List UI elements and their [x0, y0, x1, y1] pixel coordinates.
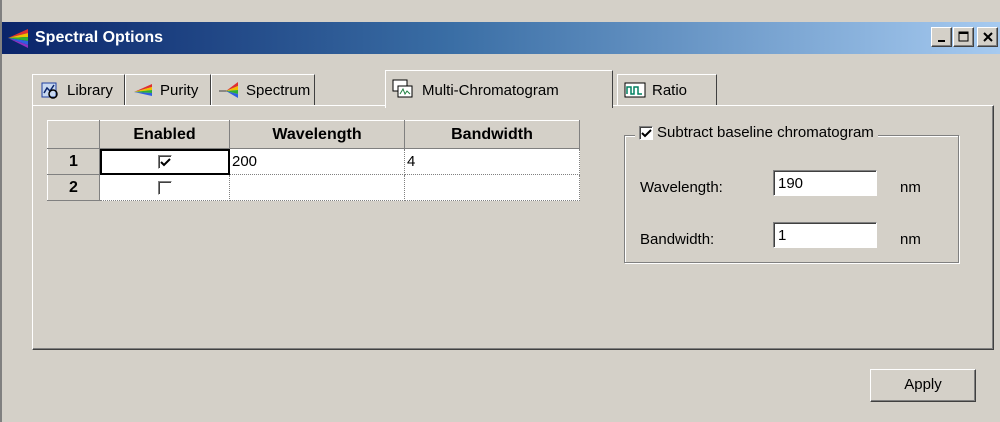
wavelength-cell[interactable]	[229, 174, 405, 201]
checkmark-icon	[641, 129, 652, 138]
close-button[interactable]	[977, 27, 998, 47]
tab-library[interactable]: Library	[32, 74, 125, 106]
subtract-baseline-checkbox[interactable]	[639, 126, 653, 141]
bandwidth-cell[interactable]	[404, 174, 580, 201]
tab-multi-chromatogram[interactable]: Multi-Chromatogram	[385, 70, 613, 108]
wavelength-cell[interactable]: 200	[229, 148, 405, 175]
baseline-wavelength-input[interactable]	[773, 170, 877, 196]
enabled-checkbox[interactable]	[157, 155, 172, 170]
row-header[interactable]: 1	[47, 148, 100, 175]
grid-corner-header	[47, 120, 100, 149]
baseline-wavelength-unit: nm	[900, 179, 921, 196]
tab-multi-chromatogram-label: Multi-Chromatogram	[422, 82, 559, 99]
minimize-icon	[937, 40, 945, 42]
checkmark-icon	[159, 158, 171, 167]
tab-library-label: Library	[67, 82, 113, 99]
window-title: Spectral Options	[35, 29, 164, 46]
column-header-wavelength[interactable]: Wavelength	[229, 120, 405, 149]
enabled-checkbox[interactable]	[157, 181, 172, 196]
tab-purity-label: Purity	[160, 82, 199, 99]
subtract-baseline-label: Subtract baseline chromatogram	[657, 124, 874, 141]
tab-ratio[interactable]: Ratio	[617, 74, 717, 106]
maximize-icon	[958, 31, 968, 42]
spectrum-icon	[219, 82, 238, 98]
close-icon	[982, 32, 993, 42]
tab-purity[interactable]: Purity	[125, 74, 211, 106]
apply-button[interactable]: Apply	[870, 369, 976, 402]
multi-chromatogram-icon	[392, 79, 413, 98]
maximize-button[interactable]	[953, 27, 974, 47]
baseline-bandwidth-input[interactable]	[773, 222, 877, 248]
tab-spectrum-label: Spectrum	[246, 82, 311, 99]
enabled-cell[interactable]	[99, 174, 230, 201]
enabled-cell[interactable]	[99, 148, 230, 175]
wavelength-grid: Enabled Wavelength Bandwidth 1 200 4 2	[47, 120, 580, 201]
grid-header-row: Enabled Wavelength Bandwidth	[47, 120, 580, 149]
spectrum-wedge-icon	[8, 29, 28, 48]
baseline-bandwidth-unit: nm	[900, 231, 921, 248]
minimize-button[interactable]	[931, 27, 952, 47]
bandwidth-cell[interactable]: 4	[404, 148, 580, 175]
baseline-groupbox: Subtract baseline chromatogram Wavelengt…	[624, 124, 959, 263]
table-row: 2	[47, 174, 580, 201]
table-row: 1 200 4	[47, 148, 580, 175]
baseline-bandwidth-label: Bandwidth:	[640, 231, 715, 248]
column-header-enabled[interactable]: Enabled	[99, 120, 230, 149]
ratio-icon	[624, 82, 646, 98]
subtract-baseline-toggle[interactable]: Subtract baseline chromatogram	[635, 124, 878, 141]
baseline-wavelength-label: Wavelength:	[640, 179, 723, 196]
tab-spectrum[interactable]: Spectrum	[211, 74, 315, 106]
spectral-options-window: Spectral Options Library Purity Spectrum…	[0, 0, 1000, 422]
column-header-bandwidth[interactable]: Bandwidth	[404, 120, 580, 149]
row-header[interactable]: 2	[47, 174, 100, 201]
tab-ratio-label: Ratio	[652, 82, 688, 99]
library-icon	[41, 82, 58, 99]
purity-wedge-icon	[134, 84, 152, 96]
title-bar[interactable]: Spectral Options	[2, 22, 1000, 54]
